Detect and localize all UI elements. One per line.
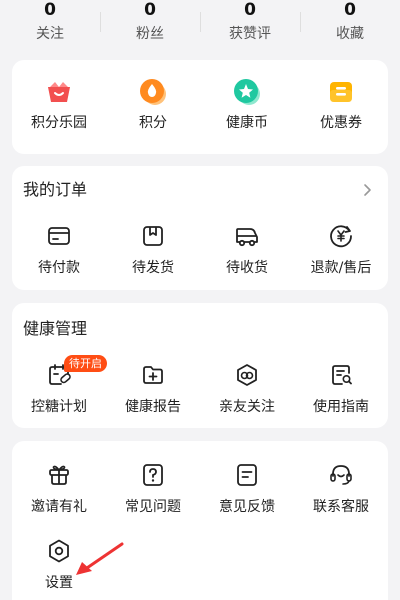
orders-title: 我的订单 xyxy=(23,180,88,199)
customer-service-label: 联系客服 xyxy=(313,499,369,515)
order-refund[interactable]: 退款/售后 xyxy=(294,222,388,277)
order-pending-payment[interactable]: 待付款 xyxy=(12,222,106,277)
points-label: 积分 xyxy=(139,115,167,131)
coupon-icon xyxy=(330,82,352,102)
health-coin-entry[interactable]: 健康币 xyxy=(200,78,294,132)
settings-label: 设置 xyxy=(45,575,73,591)
stat-value: 0 xyxy=(244,0,256,20)
health-card: 健康管理 待开启 控糖计划 健康报告 亲友关注 使用指南 xyxy=(12,303,388,428)
orders-grid: 待付款 待发货 待收货 退款/售后 xyxy=(12,222,388,277)
stat-favorites[interactable]: 0 收藏 xyxy=(300,0,400,50)
refund-icon xyxy=(330,225,352,248)
services-grid-row2: 设置 xyxy=(12,537,388,592)
folder-plus-icon xyxy=(143,366,163,384)
faq[interactable]: 常见问题 xyxy=(106,461,200,516)
points-card: 积分乐园 积分 健康币 优惠券 xyxy=(12,60,388,154)
invite-gift-label: 邀请有礼 xyxy=(31,499,87,515)
stat-value: 0 xyxy=(144,0,156,20)
star-coin-icon xyxy=(234,79,260,105)
stat-value: 0 xyxy=(344,0,356,20)
stats-bar: 0 关注 0 粉丝 0 获赞评 0 收藏 xyxy=(0,0,400,50)
truck-icon xyxy=(236,228,258,247)
settings-icon xyxy=(49,539,69,563)
stat-label: 收藏 xyxy=(336,26,364,42)
customer-service[interactable]: 联系客服 xyxy=(294,461,388,516)
guide-icon xyxy=(332,365,352,385)
box-icon xyxy=(143,226,163,246)
services-card: 邀请有礼 常见问题 意见反馈 联系客服 设置 xyxy=(12,441,388,600)
stat-likes[interactable]: 0 获赞评 xyxy=(200,0,300,50)
card-icon xyxy=(48,227,70,245)
chevron-right-icon[interactable] xyxy=(360,182,374,198)
stat-following[interactable]: 0 关注 xyxy=(0,0,100,50)
points-entry[interactable]: 积分 xyxy=(106,78,200,132)
headset-icon xyxy=(330,465,352,485)
stat-label: 关注 xyxy=(36,26,64,42)
basket-icon xyxy=(48,82,70,102)
health-coin-label: 健康币 xyxy=(226,115,268,131)
feedback-label: 意见反馈 xyxy=(219,499,275,515)
coupon-entry[interactable]: 优惠券 xyxy=(294,78,388,132)
health-grid: 待开启 控糖计划 健康报告 亲友关注 使用指南 xyxy=(12,355,388,416)
health-report[interactable]: 健康报告 xyxy=(106,361,200,416)
order-pending-shipment[interactable]: 待发货 xyxy=(106,222,200,277)
gift-icon xyxy=(49,465,69,485)
order-pending-payment-label: 待付款 xyxy=(38,260,80,276)
sugar-control-plan[interactable]: 待开启 控糖计划 xyxy=(12,355,107,416)
points-park-entry[interactable]: 积分乐园 xyxy=(12,78,106,132)
drop-coin-icon xyxy=(140,79,166,105)
sugar-control-label: 控糖计划 xyxy=(31,399,87,415)
points-grid: 积分乐园 积分 健康币 优惠券 xyxy=(12,78,388,132)
stat-label: 获赞评 xyxy=(229,26,271,42)
order-pending-receipt[interactable]: 待收货 xyxy=(200,222,294,277)
user-guide-label: 使用指南 xyxy=(313,399,369,415)
user-guide[interactable]: 使用指南 xyxy=(294,361,388,416)
order-pending-receipt-label: 待收货 xyxy=(226,260,268,276)
order-refund-label: 退款/售后 xyxy=(310,260,372,276)
feedback[interactable]: 意见反馈 xyxy=(200,461,294,516)
points-park-label: 积分乐园 xyxy=(31,115,87,131)
stat-value: 0 xyxy=(44,0,56,20)
settings[interactable]: 设置 xyxy=(12,537,106,592)
health-title: 健康管理 xyxy=(23,319,88,338)
services-grid-row1: 邀请有礼 常见问题 意见反馈 联系客服 xyxy=(12,461,388,516)
stat-label: 粉丝 xyxy=(136,26,164,42)
order-pending-shipment-label: 待发货 xyxy=(132,260,174,276)
coupon-label: 优惠券 xyxy=(320,115,362,131)
question-icon xyxy=(143,464,163,486)
friends-icon xyxy=(237,364,257,386)
health-report-label: 健康报告 xyxy=(125,399,181,415)
invite-gift[interactable]: 邀请有礼 xyxy=(12,461,106,516)
stat-fans[interactable]: 0 粉丝 xyxy=(100,0,200,50)
family-follow-label: 亲友关注 xyxy=(219,399,275,415)
status-badge: 待开启 xyxy=(64,355,107,372)
faq-label: 常见问题 xyxy=(125,499,181,515)
orders-card: 我的订单 待付款 待发货 待收货 退款/售后 xyxy=(12,166,388,290)
feedback-icon xyxy=(237,464,257,486)
family-follow[interactable]: 亲友关注 xyxy=(200,361,294,416)
